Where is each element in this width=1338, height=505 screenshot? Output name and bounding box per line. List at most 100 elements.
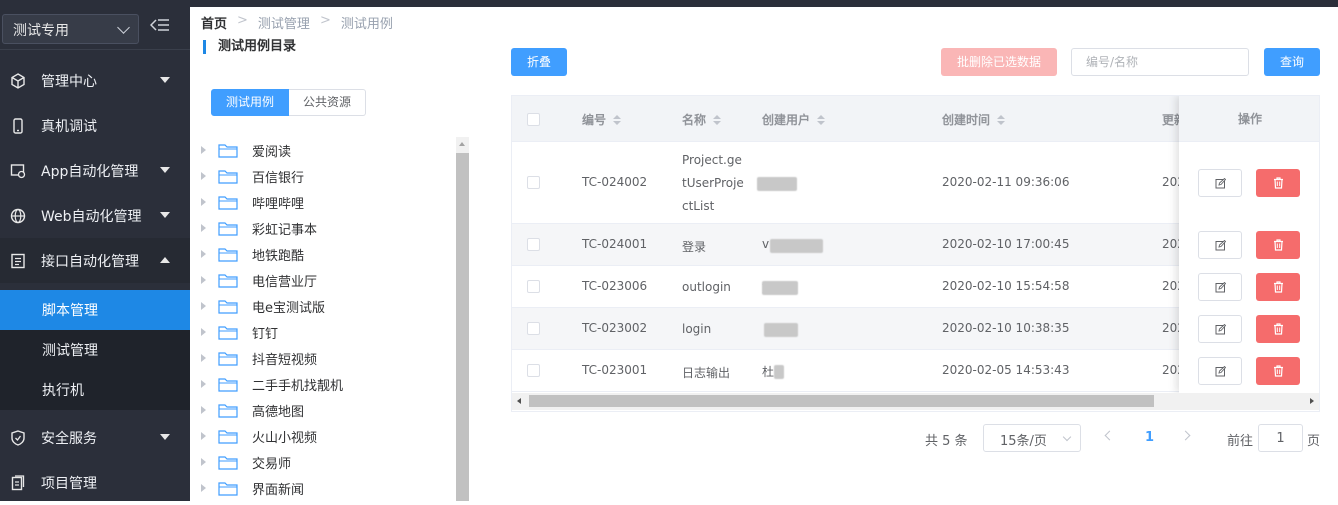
collapse-menu-icon[interactable]: [149, 17, 172, 35]
tree-node[interactable]: 哔哩哔哩: [194, 189, 456, 215]
cell-name: Project.ge: [682, 152, 742, 167]
sidebar-subitem-label: 脚本管理: [42, 303, 98, 319]
divider: [0, 49, 190, 50]
globe-icon: [9, 207, 27, 225]
delete-button[interactable]: [1256, 273, 1300, 301]
edit-button[interactable]: [1198, 231, 1242, 259]
column-header-created[interactable]: 创建时间: [942, 111, 1006, 128]
tree-node[interactable]: 彩虹记事本: [194, 215, 456, 241]
trash-icon: [1273, 323, 1283, 335]
tree-scrollbar[interactable]: [456, 137, 469, 501]
caret-right-icon[interactable]: [201, 458, 206, 466]
project-select[interactable]: 测试专用: [2, 14, 139, 44]
prev-page-icon[interactable]: [1104, 430, 1115, 441]
breadcrumb-home[interactable]: 首页: [201, 13, 227, 32]
caret-down-icon: [160, 167, 170, 173]
caret-right-icon[interactable]: [201, 146, 206, 154]
sort-icon[interactable]: [713, 114, 722, 125]
delete-button[interactable]: [1256, 231, 1300, 259]
page-number-current[interactable]: 1: [1145, 430, 1154, 445]
tree-node[interactable]: 火山小视频: [194, 423, 456, 449]
scroll-up-arrow-icon[interactable]: [459, 142, 465, 146]
sidebar: 测试专用 管理中心 真机调试 App自动化管理 Web自动化管理 接口自动化管理…: [0, 7, 190, 501]
sidebar-item-api-automation[interactable]: 接口自动化管理: [0, 238, 190, 283]
sidebar-item-web-automation[interactable]: Web自动化管理: [0, 193, 190, 238]
breadcrumb-test-management[interactable]: 测试管理: [258, 13, 310, 32]
caret-right-icon[interactable]: [201, 380, 206, 388]
fold-button[interactable]: 折叠: [511, 48, 567, 76]
tree-node[interactable]: 百信银行: [194, 163, 456, 189]
row-checkbox[interactable]: [527, 280, 540, 293]
caret-right-icon[interactable]: [201, 224, 206, 232]
delete-button[interactable]: [1256, 315, 1300, 343]
top-bar: [0, 0, 1338, 7]
sidebar-subitem-executor[interactable]: 执行机: [0, 370, 190, 410]
row-checkbox[interactable]: [527, 322, 540, 335]
caret-right-icon[interactable]: [201, 432, 206, 440]
caret-right-icon[interactable]: [201, 406, 206, 414]
row-checkbox[interactable]: [527, 364, 540, 377]
sidebar-subitem-label: 执行机: [42, 383, 84, 399]
tree-node[interactable]: 爱阅读: [194, 137, 456, 163]
caret-right-icon[interactable]: [201, 354, 206, 362]
column-header-id[interactable]: 编号: [582, 111, 622, 128]
sidebar-item-project-management[interactable]: 项目管理: [0, 460, 190, 505]
tree-node[interactable]: 地铁跑酷: [194, 241, 456, 267]
tree-node[interactable]: 抖音短视频: [194, 345, 456, 371]
edit-button[interactable]: [1198, 357, 1242, 385]
folder-icon: [218, 247, 238, 262]
tree-node[interactable]: 高德地图: [194, 397, 456, 423]
tab-public-resources[interactable]: 公共资源: [289, 89, 367, 116]
sidebar-item-app-automation[interactable]: App自动化管理: [0, 148, 190, 193]
scroll-left-arrow-icon[interactable]: [517, 398, 521, 404]
sidebar-item-security-service[interactable]: 安全服务: [0, 415, 190, 460]
sidebar-item-management-center[interactable]: 管理中心: [0, 58, 190, 103]
folder-icon: [218, 195, 238, 210]
sort-icon[interactable]: [997, 114, 1006, 125]
delete-button[interactable]: [1256, 169, 1300, 197]
tree-node[interactable]: 二手手机找靓机: [194, 371, 456, 397]
batch-delete-button[interactable]: 批删除已选数据: [941, 48, 1057, 76]
scrollbar-thumb[interactable]: [529, 395, 1154, 407]
caret-right-icon[interactable]: [201, 328, 206, 336]
column-header-user[interactable]: 创建用户: [762, 111, 826, 128]
tree-node[interactable]: 电e宝测试版: [194, 293, 456, 319]
select-all-checkbox[interactable]: [527, 113, 540, 126]
page-size-select[interactable]: 15条/页: [983, 424, 1081, 452]
caret-right-icon[interactable]: [201, 198, 206, 206]
caret-right-icon[interactable]: [201, 276, 206, 284]
sidebar-subitem-script-management[interactable]: 脚本管理: [0, 290, 190, 330]
table-horizontal-scrollbar[interactable]: [512, 393, 1319, 410]
caret-right-icon[interactable]: [201, 484, 206, 492]
row-checkbox[interactable]: [527, 176, 540, 189]
caret-right-icon[interactable]: [201, 250, 206, 258]
tree-node[interactable]: 界面新闻: [194, 475, 456, 501]
tab-test-cases[interactable]: 测试用例: [211, 89, 290, 116]
edit-button[interactable]: [1198, 169, 1242, 197]
search-input[interactable]: [1071, 48, 1249, 76]
folder-icon: [218, 403, 238, 418]
tree-node[interactable]: 电信营业厅: [194, 267, 456, 293]
delete-button[interactable]: [1256, 357, 1300, 385]
caret-right-icon[interactable]: [201, 302, 206, 310]
query-button[interactable]: 查询: [1264, 48, 1320, 76]
edit-button[interactable]: [1198, 273, 1242, 301]
tree-node[interactable]: 交易师: [194, 449, 456, 475]
goto-page-input[interactable]: [1258, 424, 1303, 452]
scrollbar-thumb[interactable]: [456, 153, 469, 501]
sort-icon[interactable]: [613, 114, 622, 125]
tree-node[interactable]: 钉钉: [194, 319, 456, 345]
row-checkbox[interactable]: [527, 238, 540, 251]
scroll-right-arrow-icon[interactable]: [1310, 398, 1314, 404]
goto-label: 前往: [1227, 434, 1254, 449]
sidebar-item-device-debug[interactable]: 真机调试: [0, 103, 190, 148]
sidebar-subitem-test-management[interactable]: 测试管理: [0, 330, 190, 370]
column-header-name[interactable]: 名称: [682, 111, 722, 128]
caret-right-icon[interactable]: [201, 172, 206, 180]
cell-name: tUserProje: [682, 175, 744, 190]
caret-down-icon: [160, 77, 170, 83]
next-page-icon[interactable]: [1180, 430, 1191, 441]
sort-icon[interactable]: [817, 114, 826, 125]
edit-button[interactable]: [1198, 315, 1242, 343]
trash-icon: [1273, 365, 1283, 377]
